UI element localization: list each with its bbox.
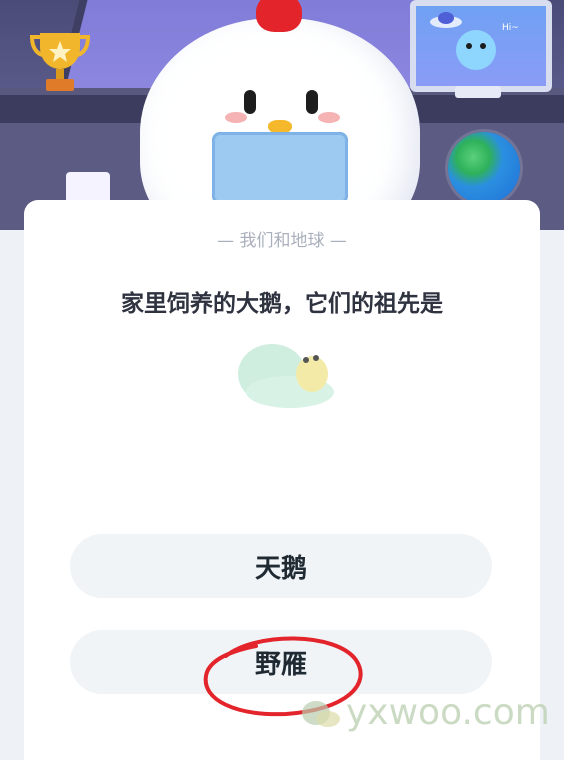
watermark: yxwoo.com	[300, 688, 550, 736]
trophy-icon	[30, 33, 90, 91]
chicken-cheek-right	[318, 112, 340, 123]
chicken-eye-left	[244, 90, 256, 114]
quiz-question: 家里饲养的大鹅，它们的祖先是	[121, 291, 443, 317]
answer-option-1[interactable]: 天鹅	[70, 534, 492, 598]
chicken-comb	[256, 0, 302, 32]
svg-text:Hi~: Hi~	[502, 23, 519, 33]
header-illustration: Hi~	[0, 0, 564, 230]
book-icon	[212, 132, 348, 204]
watermark-text: yxwoo.com	[346, 691, 550, 733]
monitor-stand	[455, 86, 501, 98]
watermark-snail-icon	[302, 701, 340, 727]
chicken-cheek-left	[225, 112, 247, 123]
monitor-illustration: Hi~	[410, 0, 552, 92]
answer-option-2[interactable]: 野雁	[70, 630, 492, 694]
alien-icon: Hi~	[430, 12, 519, 70]
globe-icon	[448, 132, 520, 204]
quiz-category: — 我们和地球 —	[217, 231, 347, 251]
chicken-eye-right	[306, 90, 318, 114]
quiz-card: — 我们和地球 — 家里饲养的大鹅，它们的祖先是 天鹅 野雁	[24, 200, 540, 760]
snail-mascot-icon	[238, 344, 334, 408]
